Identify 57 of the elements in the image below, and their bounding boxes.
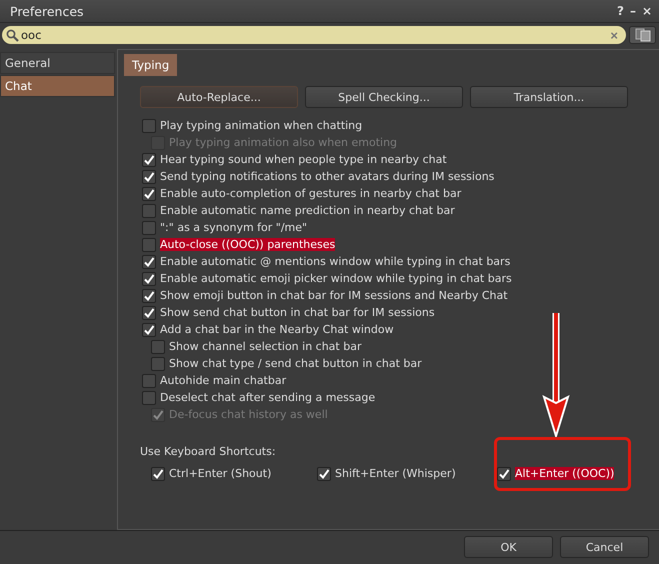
dialog-button[interactable]: OK xyxy=(464,536,553,558)
checkbox[interactable] xyxy=(142,204,156,218)
section-label: Use Keyboard Shortcuts: xyxy=(139,444,277,458)
option-label: Auto-close ((OOC)) parentheses xyxy=(160,238,336,251)
search-field[interactable]: ooc × xyxy=(2,26,626,44)
tab[interactable]: Typing xyxy=(124,54,178,76)
option-label: Deselect chat after sending a message xyxy=(160,391,376,404)
option-label: Ctrl+Enter (Shout) xyxy=(169,467,272,480)
settings-button[interactable]: Spell Checking... xyxy=(305,86,463,108)
dialog-button[interactable]: Cancel xyxy=(560,536,649,558)
checkbox[interactable] xyxy=(142,390,156,404)
checkbox[interactable] xyxy=(142,272,156,286)
checkbox[interactable] xyxy=(497,466,511,480)
window-title: Preferences xyxy=(10,4,84,18)
checkbox[interactable] xyxy=(151,340,165,354)
option-label: Show emoji button in chat bar for IM sessions and Nearby Chat xyxy=(160,289,508,302)
checkbox[interactable] xyxy=(151,356,165,370)
window-control[interactable]: × xyxy=(640,4,653,18)
checkbox[interactable] xyxy=(151,466,165,480)
option-label: Alt+Enter ((OOC)) xyxy=(515,467,614,480)
sidebar-item[interactable]: Chat xyxy=(0,75,115,97)
checkbox[interactable] xyxy=(142,238,156,252)
option-label: De-focus chat history as well xyxy=(169,408,328,421)
checkbox[interactable] xyxy=(142,254,156,268)
option-label: Enable automatic @ mentions window while typing in chat bars xyxy=(160,255,510,268)
checkbox[interactable] xyxy=(142,118,156,132)
search-icon xyxy=(6,28,19,42)
option-label: Play typing animation when chatting xyxy=(160,119,362,132)
sidebar-item[interactable]: General xyxy=(0,52,115,74)
checkbox[interactable] xyxy=(142,306,156,320)
option-label: Enable automatic emoji picker window while typing in chat bars xyxy=(160,272,512,285)
option-label: Show chat type / send chat button in chat bar xyxy=(169,357,422,370)
copy-button[interactable] xyxy=(629,26,656,44)
settings-button[interactable]: Auto-Replace... xyxy=(140,86,298,108)
checkbox[interactable] xyxy=(142,170,156,184)
checkbox[interactable] xyxy=(142,322,156,336)
checkbox[interactable] xyxy=(142,220,156,234)
option-label: Enable auto-completion of gestures in nearby chat bar xyxy=(160,187,462,200)
option-label: ":" as a synonym for "/me" xyxy=(160,221,308,234)
window-control[interactable]: – xyxy=(628,4,637,18)
option-label: Play typing animation also when emoting xyxy=(169,136,398,149)
option-label: Send typing notifications to other avatars during IM sessions xyxy=(160,170,494,183)
option-label: Add a chat bar in the Nearby Chat window xyxy=(160,323,394,336)
option-label: Show channel selection in chat bar xyxy=(169,340,362,353)
checkbox[interactable] xyxy=(142,186,156,200)
checkbox[interactable] xyxy=(142,374,156,388)
option-label: Enable automatic name prediction in nearby chat bar xyxy=(160,204,455,217)
checkbox[interactable] xyxy=(317,466,331,480)
checkbox[interactable] xyxy=(142,152,156,166)
settings-button[interactable]: Translation... xyxy=(470,86,628,108)
option-label: Autohide main chatbar xyxy=(160,374,286,387)
option-label: Show send chat button in chat bar for IM sessions xyxy=(160,306,435,319)
option-label: Shift+Enter (Whisper) xyxy=(335,467,456,480)
checkbox[interactable] xyxy=(142,288,156,302)
option-label: Hear typing sound when people type in nearby chat xyxy=(160,153,447,166)
copy-icon xyxy=(634,28,650,42)
window-control[interactable]: ? xyxy=(616,4,625,18)
